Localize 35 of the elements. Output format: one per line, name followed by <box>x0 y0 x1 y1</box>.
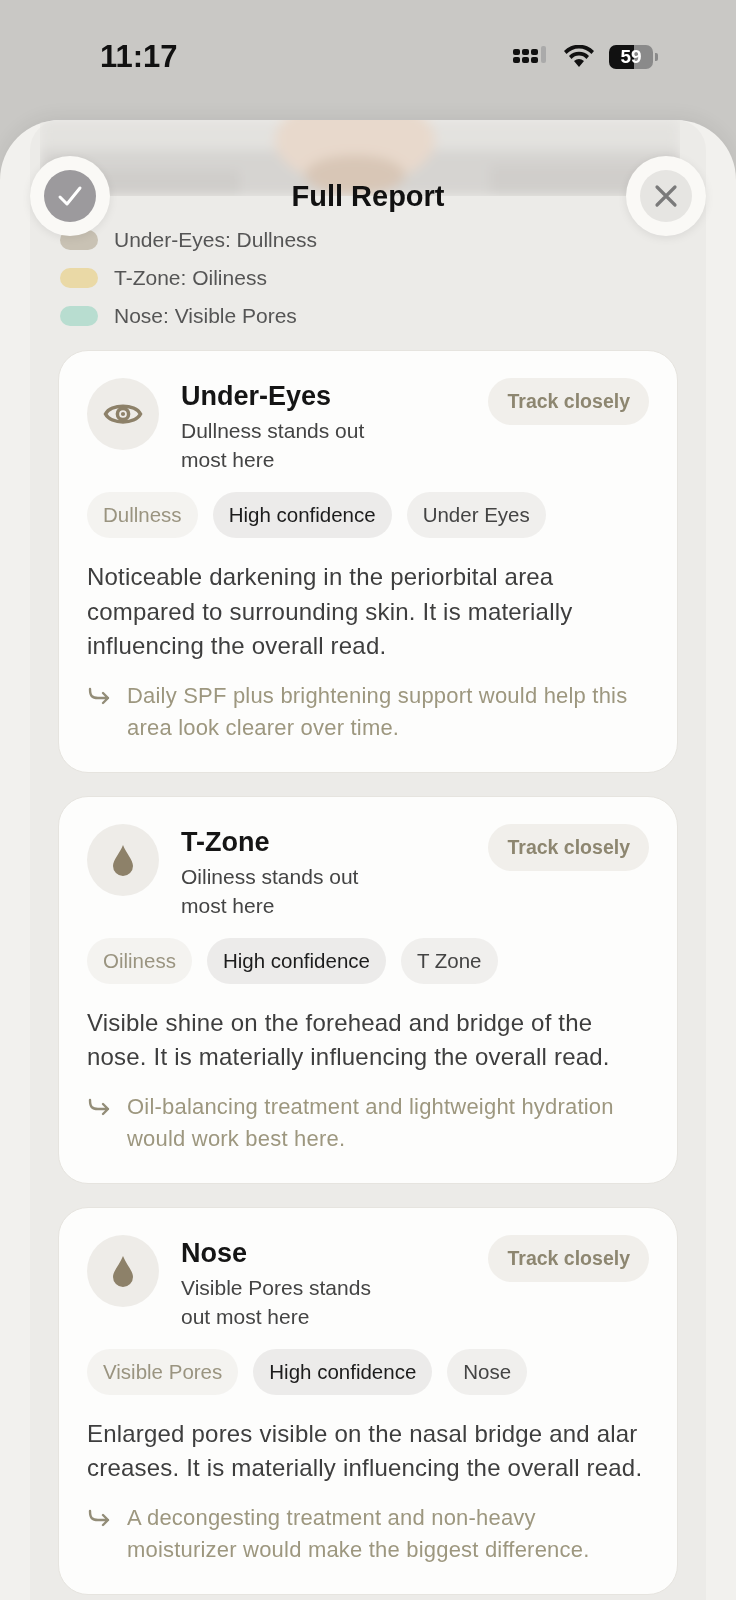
legend-label: Under-Eyes: Dullness <box>114 228 318 252</box>
tag-chip: Visible Pores <box>87 1348 239 1395</box>
tip-text: Daily SPF plus brightening support would help this area look clearer over time. <box>127 681 629 742</box>
wifi-icon <box>563 45 595 69</box>
area-title: Nose <box>181 1237 249 1269</box>
track-badge[interactable]: Track closely <box>488 823 649 871</box>
tip-text: Oil-balancing treatment and lightweight hydration would work best here. <box>127 1092 615 1153</box>
tag-chip: Under Eyes <box>406 492 546 538</box>
tag-chip: T Zone <box>400 937 498 984</box>
tag-chip: High confidence <box>253 1348 433 1395</box>
tag-chip: High confidence <box>212 492 392 538</box>
sheet-title: Full Report <box>291 179 445 213</box>
area-title: T-Zone <box>181 826 271 858</box>
tag-chip: Nose <box>447 1348 528 1395</box>
track-badge[interactable]: Track closely <box>488 1234 649 1282</box>
area-description: Noticeable darkening in the periorbital area compared to surrounding skin. It is materially influencing the overall read. <box>87 562 574 661</box>
area-subtitle: Oiliness stands out most here <box>181 863 360 919</box>
area-description: Visible shine on the forehead and bridge of the nose. It is materially influencing the overall read. <box>87 1007 611 1072</box>
tag-chip: Oiliness <box>87 937 192 984</box>
close-icon <box>654 184 678 208</box>
legend-label: Nose: Visible Pores <box>114 304 297 328</box>
track-badge[interactable]: Track closely <box>488 378 649 425</box>
tag-chip: High confidence <box>206 937 386 984</box>
tip-text: A decongesting treatment and non-heavy moisturizer would make the biggest difference. <box>127 1503 591 1564</box>
check-icon <box>57 185 83 207</box>
arrow-icon <box>87 686 111 707</box>
legend-label: T-Zone: Oiliness <box>114 266 267 290</box>
arrow-icon <box>87 1508 111 1529</box>
area-subtitle: Dullness stands out most here <box>181 418 366 473</box>
tag-chip: Dullness <box>87 492 198 538</box>
clock: 11:17 <box>100 39 178 75</box>
area-title: Under-Eyes <box>181 381 333 412</box>
arrow-icon <box>87 1097 111 1118</box>
area-description: Enlarged pores visible on the nasal bridge and alar creases. It is materially influencing the overall read. <box>87 1418 644 1483</box>
area-subtitle: Visible Pores stands out most here <box>181 1274 372 1330</box>
